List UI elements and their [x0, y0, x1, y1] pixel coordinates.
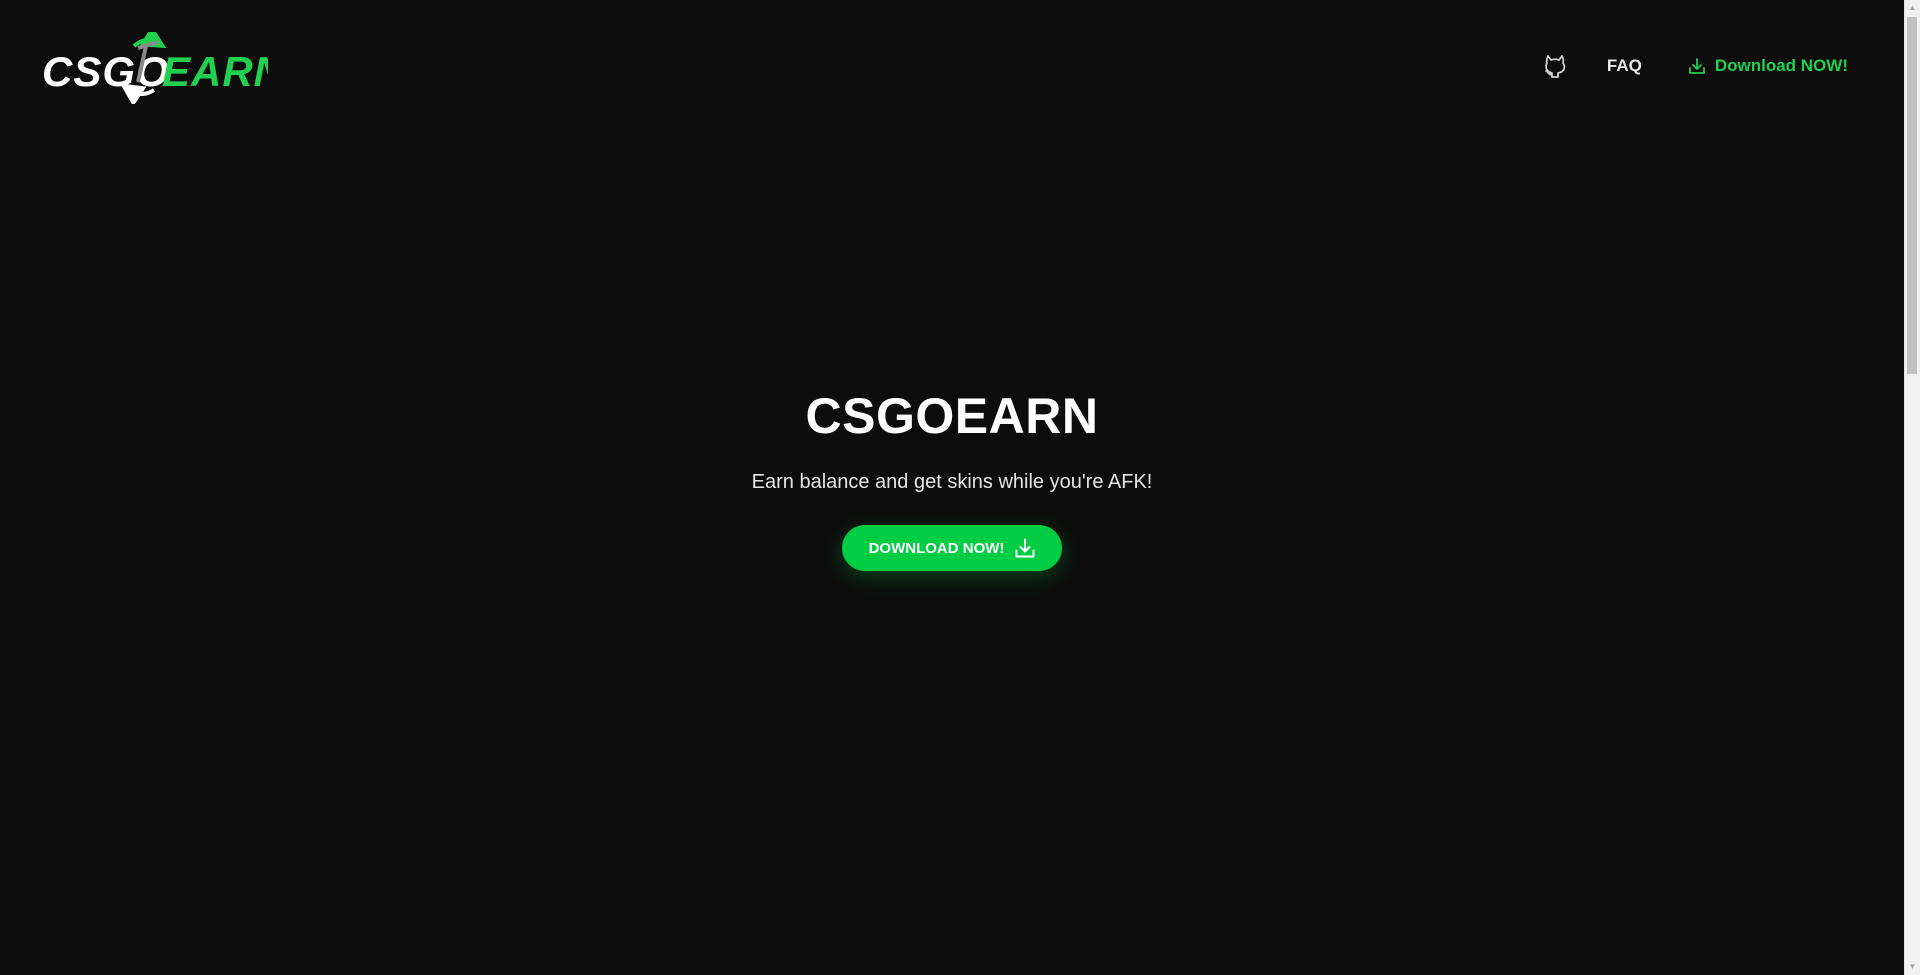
- github-link[interactable]: [1537, 48, 1573, 84]
- nav-faq-link[interactable]: FAQ: [1607, 56, 1642, 76]
- top-nav: FAQ Download NOW!: [1537, 48, 1848, 84]
- vertical-scrollbar[interactable]: ▲ ▼: [1904, 0, 1920, 975]
- nav-download-label: Download NOW!: [1714, 56, 1848, 75]
- scroll-thumb[interactable]: [1907, 17, 1917, 374]
- download-icon: [1014, 537, 1036, 559]
- hero-download-button[interactable]: DOWNLOAD NOW!: [841, 525, 1063, 571]
- hero-download-button-label: DOWNLOAD NOW!: [868, 539, 1005, 557]
- scroll-down-arrow[interactable]: ▼: [1905, 959, 1920, 975]
- hero-subtitle: Earn balance and get skins while you're …: [751, 471, 1153, 493]
- download-icon: [1688, 57, 1706, 75]
- logo-text-earn: EARN: [162, 48, 268, 95]
- logo[interactable]: CSGO EARN: [42, 25, 285, 107]
- nav-download-link[interactable]: Download NOW!: [1688, 56, 1848, 76]
- hero-section: CSGOEARN Earn balance and get skins whil…: [0, 386, 1904, 571]
- logo-graphic: CSGO EARN: [42, 25, 285, 107]
- scroll-up-arrow[interactable]: ▲: [1905, 0, 1920, 16]
- github-icon: [1544, 55, 1566, 78]
- hero-title: CSGOEARN: [805, 388, 1099, 444]
- page: CSGO EARN FAQ Do: [0, 0, 1920, 975]
- logo-text-csgo: CSGO: [42, 48, 170, 95]
